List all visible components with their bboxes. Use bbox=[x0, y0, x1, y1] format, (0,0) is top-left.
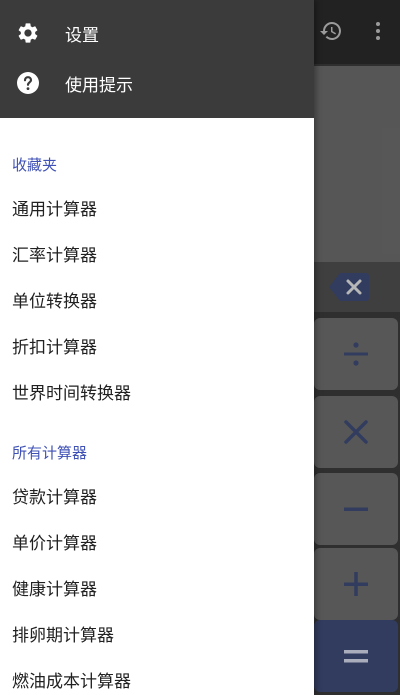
favorites-section-title: 收藏夹 bbox=[12, 156, 58, 174]
settings-label: 设置 bbox=[65, 25, 99, 46]
menu-item-label: 燃油成本计算器 bbox=[12, 671, 131, 692]
menu-item-label: 贷款计算器 bbox=[12, 487, 97, 508]
all-calculators-section-title: 所有计算器 bbox=[12, 444, 88, 462]
help-icon bbox=[15, 70, 41, 96]
menu-item-fuel-cost-calculator[interactable]: 燃油成本计算器 bbox=[0, 660, 314, 695]
menu-item-world-time-converter[interactable]: 世界时间转换器 bbox=[0, 372, 314, 410]
menu-item-label: 单位转换器 bbox=[12, 291, 97, 312]
usage-tips-label: 使用提示 bbox=[65, 75, 133, 96]
menu-item-general-calculator[interactable]: 通用计算器 bbox=[0, 188, 314, 226]
app-root: 设置 使用提示 收藏夹 通用计算器 汇率计算器 单位转换器 折扣计算器 世界时间… bbox=[0, 0, 400, 695]
menu-item-label: 排卵期计算器 bbox=[12, 625, 114, 646]
menu-item-currency-calculator[interactable]: 汇率计算器 bbox=[0, 234, 314, 272]
navigation-drawer: 设置 使用提示 收藏夹 通用计算器 汇率计算器 单位转换器 折扣计算器 世界时间… bbox=[0, 0, 314, 695]
menu-item-label: 通用计算器 bbox=[12, 199, 97, 220]
menu-item-ovulation-calculator[interactable]: 排卵期计算器 bbox=[0, 614, 314, 652]
drawer-header: 设置 使用提示 bbox=[0, 0, 314, 118]
menu-item-loan-calculator[interactable]: 贷款计算器 bbox=[0, 476, 314, 514]
menu-item-label: 单价计算器 bbox=[12, 533, 97, 554]
menu-item-health-calculator[interactable]: 健康计算器 bbox=[0, 568, 314, 606]
menu-item-label: 汇率计算器 bbox=[12, 245, 97, 266]
settings-item[interactable]: 设置 bbox=[0, 11, 314, 55]
menu-item-label: 健康计算器 bbox=[12, 579, 97, 600]
menu-item-label: 世界时间转换器 bbox=[12, 383, 131, 404]
menu-item-label: 折扣计算器 bbox=[12, 337, 97, 358]
gear-icon bbox=[15, 20, 41, 46]
menu-item-discount-calculator[interactable]: 折扣计算器 bbox=[0, 326, 314, 364]
menu-item-unit-converter[interactable]: 单位转换器 bbox=[0, 280, 314, 318]
menu-item-unit-price-calculator[interactable]: 单价计算器 bbox=[0, 522, 314, 560]
usage-tips-item[interactable]: 使用提示 bbox=[0, 61, 314, 105]
